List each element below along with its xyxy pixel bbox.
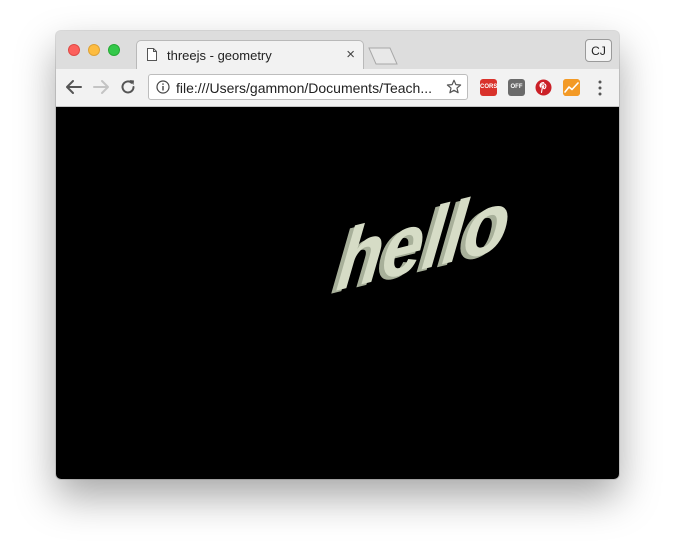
tab-threejs-geometry[interactable]: threejs - geometry × bbox=[136, 40, 364, 71]
tab-title: threejs - geometry bbox=[167, 48, 272, 63]
info-icon[interactable] bbox=[156, 80, 170, 94]
toolbar: file:///Users/gammon/Documents/Teach... … bbox=[56, 69, 619, 107]
star-icon[interactable] bbox=[446, 79, 462, 95]
close-window-button[interactable] bbox=[68, 44, 80, 56]
webgl-canvas[interactable]: hello hello bbox=[56, 107, 619, 479]
reload-icon[interactable] bbox=[119, 78, 137, 96]
url-text: file:///Users/gammon/Documents/Teach... bbox=[176, 80, 432, 96]
cors-extension-icon[interactable]: CORS bbox=[480, 79, 497, 96]
back-arrow-icon[interactable] bbox=[65, 78, 83, 96]
new-tab-button[interactable] bbox=[368, 47, 398, 65]
off-extension-icon[interactable]: OFF bbox=[508, 79, 525, 96]
tab-close-button[interactable]: × bbox=[346, 46, 355, 63]
hello-3d-text: hello hello bbox=[327, 171, 516, 313]
minimize-window-button[interactable] bbox=[88, 44, 100, 56]
document-icon bbox=[147, 48, 157, 61]
pinterest-icon[interactable] bbox=[535, 79, 552, 96]
address-bar[interactable]: file:///Users/gammon/Documents/Teach... bbox=[148, 74, 468, 100]
hello-text-face: hello bbox=[332, 171, 516, 310]
maximize-window-button[interactable] bbox=[108, 44, 120, 56]
chart-extension-icon[interactable] bbox=[563, 79, 580, 96]
title-bar: threejs - geometry × CJ bbox=[56, 31, 619, 71]
profile-button[interactable]: CJ bbox=[585, 39, 612, 62]
more-options-icon[interactable] bbox=[596, 79, 604, 97]
forward-arrow-icon[interactable] bbox=[92, 78, 110, 96]
browser-window: threejs - geometry × CJ file:///Users/ga… bbox=[56, 31, 619, 479]
